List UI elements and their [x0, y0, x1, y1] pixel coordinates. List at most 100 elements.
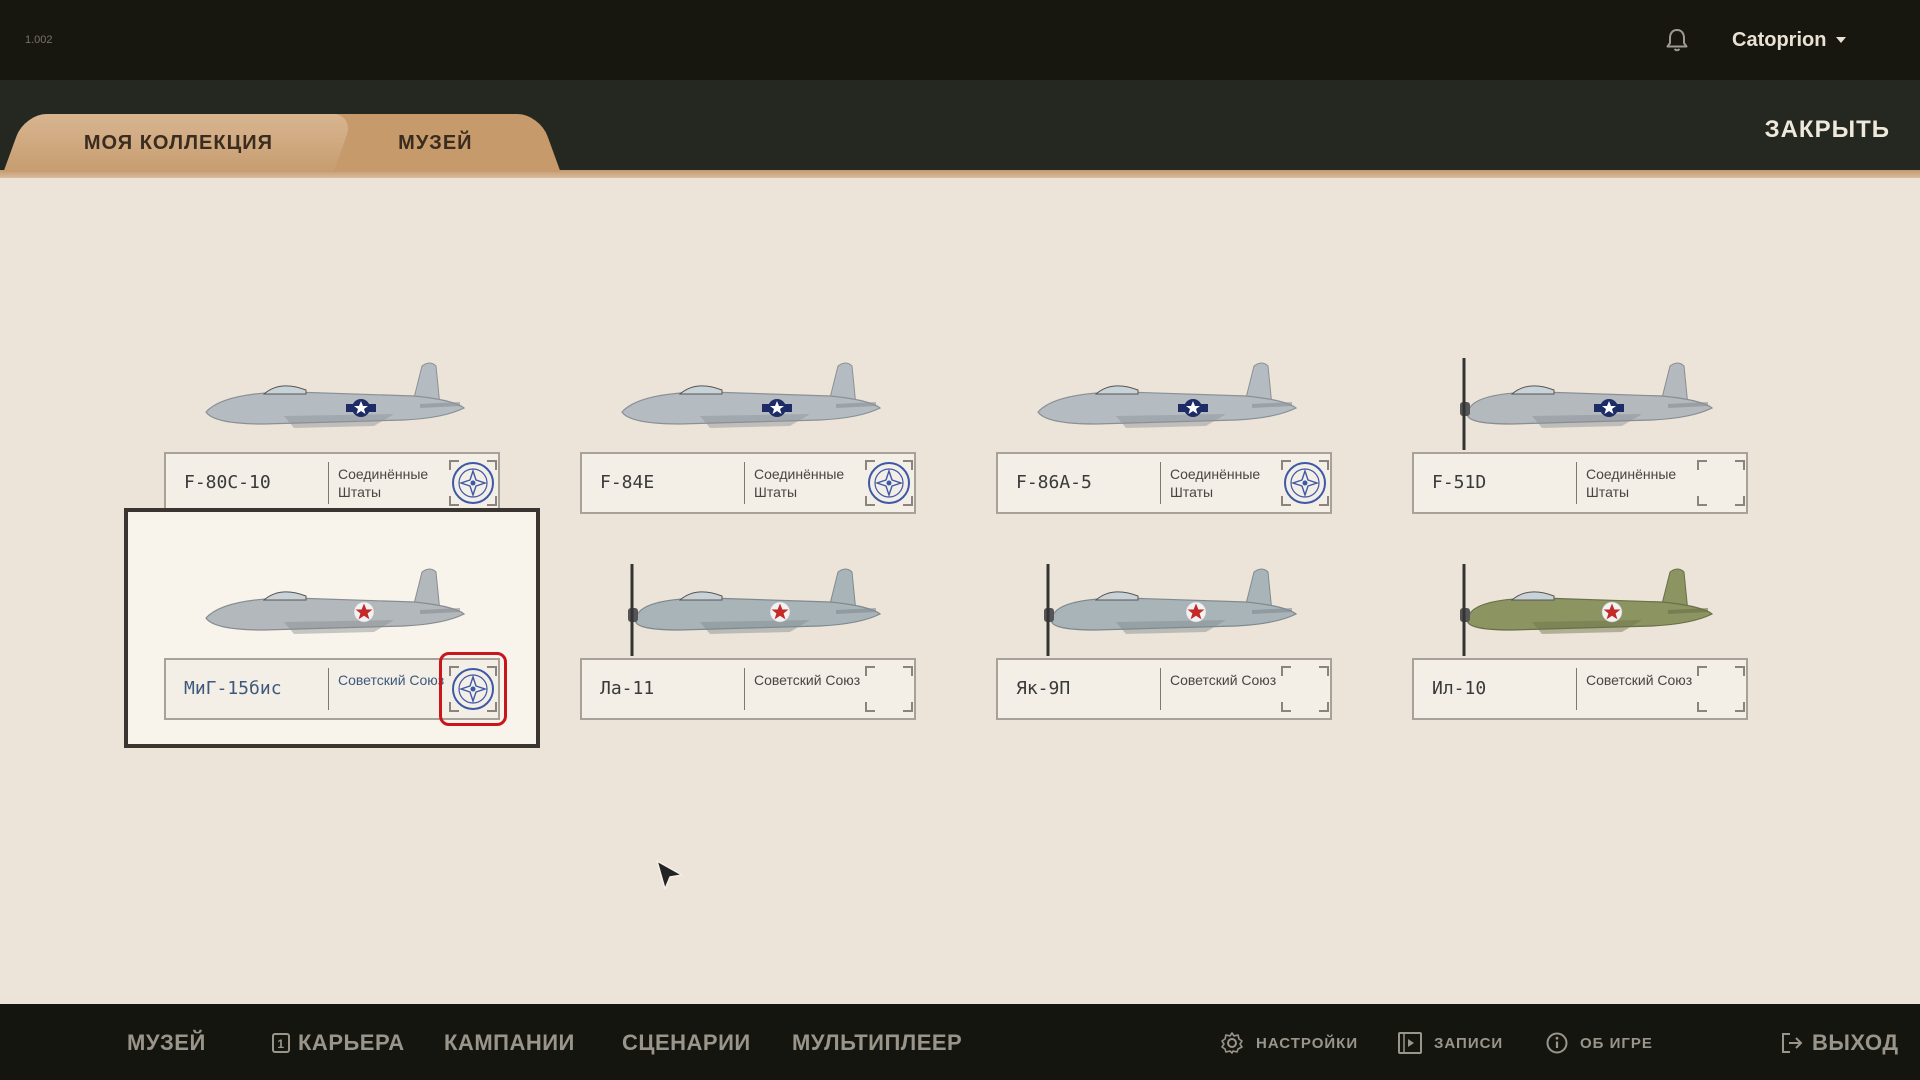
stamp-slot	[1697, 666, 1745, 712]
aircraft-illustration	[1016, 344, 1308, 454]
aircraft-card[interactable]: Ла-11 Советский Союз	[540, 508, 956, 748]
corner-bracket	[903, 666, 913, 676]
nav-settings[interactable]: НАСТРОЙКИ	[1220, 1024, 1358, 1062]
corner-bracket	[1735, 702, 1745, 712]
aircraft-nameplate: Ил-10 Советский Союз	[1412, 658, 1748, 720]
caret-down-icon	[1836, 37, 1847, 43]
stamp-slot	[1281, 666, 1329, 712]
nav-multiplayer-label: МУЛЬТИПЛЕЕР	[792, 1030, 963, 1055]
corner-bracket	[865, 702, 875, 712]
aircraft-card[interactable]: F-86A-5 Соединённые Штаты	[956, 302, 1372, 542]
nav-scenarios[interactable]: СЦЕНАРИИ	[622, 1024, 751, 1062]
nav-about[interactable]: ОБ ИГРЕ	[1546, 1024, 1653, 1062]
nav-exit[interactable]: ВЫХОД	[1780, 1024, 1899, 1062]
corner-bracket	[1697, 702, 1707, 712]
aircraft-illustration	[600, 344, 892, 454]
corner-bracket	[1735, 666, 1745, 676]
aircraft-card[interactable]: МиГ-15бис Советский Союз	[124, 508, 540, 748]
nav-campaigns[interactable]: КАМПАНИИ	[444, 1024, 575, 1062]
version-label: 1.002	[25, 34, 53, 46]
bell-icon[interactable]	[1663, 26, 1691, 54]
aircraft-name: F-86A-5	[1016, 472, 1092, 493]
aircraft-name: Ла-11	[600, 678, 655, 699]
gear-icon	[1220, 1031, 1244, 1055]
aircraft-country: Советский Союз	[1170, 672, 1277, 688]
stamp-slot	[1281, 460, 1329, 506]
aircraft-illustration	[1016, 550, 1308, 660]
aircraft-country: Советский Союз	[1586, 672, 1693, 688]
top-bar: 1.002 Catoprion	[0, 0, 1920, 80]
nav-records-label: ЗАПИСИ	[1434, 1034, 1504, 1052]
aircraft-nameplate: Як-9П Советский Союз	[996, 658, 1332, 720]
nameplate-divider	[1576, 668, 1577, 710]
stamp-slot	[865, 666, 913, 712]
nameplate-divider	[328, 668, 329, 710]
career-badge-icon: 1	[272, 1033, 290, 1053]
nameplate-divider	[328, 462, 329, 504]
nameplate-divider	[1160, 462, 1161, 504]
corner-bracket	[903, 702, 913, 712]
aircraft-country: Соединённые Штаты	[754, 466, 845, 500]
aircraft-card[interactable]: F-84E Соединённые Штаты	[540, 302, 956, 542]
nav-records[interactable]: ЗАПИСИ	[1398, 1024, 1503, 1062]
close-button[interactable]: ЗАКРЫТЬ	[1740, 112, 1890, 148]
tab-my-collection-label: МОЯ КОЛЛЕКЦИЯ	[84, 131, 274, 154]
nameplate-divider	[1576, 462, 1577, 504]
aircraft-nameplate: F-86A-5 Соединённые Штаты	[996, 452, 1332, 514]
tab-my-collection[interactable]: МОЯ КОЛЛЕКЦИЯ	[3, 114, 355, 172]
nav-about-label: ОБ ИГРЕ	[1580, 1034, 1653, 1052]
nav-settings-label: НАСТРОЙКИ	[1256, 1034, 1359, 1052]
nameplate-divider	[744, 668, 745, 710]
nav-career[interactable]: 1 КАРЬЕРА	[272, 1024, 405, 1062]
aircraft-country: Советский Союз	[338, 672, 445, 688]
stamp-slot	[1697, 460, 1745, 506]
aircraft-card[interactable]: Як-9П Советский Союз	[956, 508, 1372, 748]
exit-icon	[1780, 1031, 1804, 1055]
aircraft-nameplate: F-84E Соединённые Штаты	[580, 452, 916, 514]
stamp-icon	[450, 460, 496, 506]
user-menu[interactable]: Catoprion	[1732, 26, 1847, 54]
nav-museum[interactable]: МУЗЕЙ	[127, 1024, 206, 1062]
aircraft-name: Як-9П	[1016, 678, 1071, 699]
corner-bracket	[1319, 666, 1329, 676]
film-icon	[1398, 1032, 1422, 1054]
aircraft-card[interactable]: F-80C-10 Соединённые Штаты	[124, 302, 540, 542]
corner-bracket	[1281, 702, 1291, 712]
aircraft-card[interactable]: F-51D Соединённые Штаты	[1372, 302, 1788, 542]
aircraft-name: Ил-10	[1432, 678, 1487, 699]
corner-bracket	[1319, 702, 1329, 712]
aircraft-country: Соединённые Штаты	[1586, 466, 1677, 500]
corner-bracket	[1697, 496, 1707, 506]
stamp-icon	[1282, 460, 1328, 506]
nameplate-divider	[744, 462, 745, 504]
career-badge: 1	[277, 1037, 284, 1051]
username: Catoprion	[1732, 28, 1827, 51]
nav-exit-label: ВЫХОД	[1812, 1030, 1899, 1055]
aircraft-name: МиГ-15бис	[184, 678, 282, 699]
aircraft-nameplate: Ла-11 Советский Союз	[580, 658, 916, 720]
corner-bracket	[1697, 460, 1707, 470]
aircraft-card[interactable]: Ил-10 Советский Союз	[1372, 508, 1788, 748]
stamp-highlight	[439, 652, 507, 726]
nav-campaigns-label: КАМПАНИИ	[444, 1030, 575, 1055]
aircraft-illustration	[184, 344, 476, 454]
aircraft-nameplate: F-51D Соединённые Штаты	[1412, 452, 1748, 514]
aircraft-name: F-84E	[600, 472, 655, 493]
aircraft-name: F-51D	[1432, 472, 1487, 493]
aircraft-country: Советский Союз	[754, 672, 861, 688]
nav-scenarios-label: СЦЕНАРИИ	[622, 1030, 751, 1055]
tab-museum-label: МУЗЕЙ	[397, 131, 473, 154]
nav-career-label: КАРЬЕРА	[298, 1030, 405, 1055]
aircraft-illustration	[600, 550, 892, 660]
aircraft-country: Соединённые Штаты	[338, 466, 429, 500]
aircraft-name: F-80C-10	[184, 472, 271, 493]
aircraft-country: Соединённые Штаты	[1170, 466, 1261, 500]
stamp-slot	[865, 460, 913, 506]
corner-bracket	[865, 666, 875, 676]
corner-bracket	[1697, 666, 1707, 676]
nav-multiplayer[interactable]: МУЛЬТИПЛЕЕР	[792, 1024, 962, 1062]
corner-bracket	[1281, 666, 1291, 676]
aircraft-illustration	[1432, 550, 1724, 660]
aircraft-nameplate: МиГ-15бис Советский Союз	[164, 652, 507, 726]
stamp-slot	[449, 460, 497, 506]
